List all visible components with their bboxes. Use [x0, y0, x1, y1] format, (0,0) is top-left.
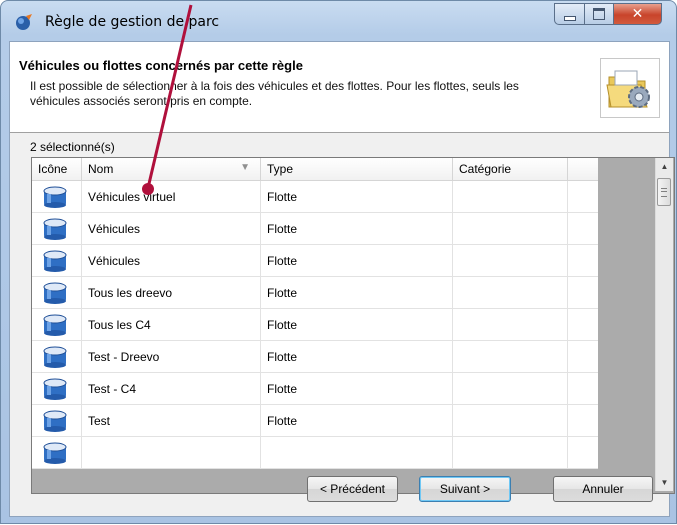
cell-nom [82, 437, 261, 468]
fleet-drum-icon [32, 213, 82, 244]
fleet-drum-icon [32, 309, 82, 340]
cell-type: Flotte [261, 373, 453, 404]
table-row[interactable]: Test - Dreevo Flotte [32, 341, 598, 373]
cell-spacer [568, 341, 598, 372]
scroll-thumb[interactable] [657, 178, 671, 206]
cell-type: Flotte [261, 277, 453, 308]
folder-gear-icon [600, 58, 660, 118]
previous-button[interactable]: < Précédent [307, 476, 398, 502]
next-button[interactable]: Suivant > [419, 476, 511, 502]
vehicles-grid[interactable]: Icône Nom ▼ Type Catégorie Véhicules vir… [31, 157, 675, 494]
selection-count: 2 sélectionné(s) [30, 140, 115, 154]
cell-nom: Tous les C4 [82, 309, 261, 340]
table-row[interactable]: Véhicules virtuel Flotte [32, 181, 598, 213]
title-bar[interactable]: Règle de gestion de parc ✕ [1, 1, 676, 41]
table-row[interactable]: Test Flotte [32, 405, 598, 437]
cell-spacer [568, 277, 598, 308]
cell-categorie [453, 213, 568, 244]
window-title: Règle de gestion de parc [45, 14, 220, 30]
cell-nom: Véhicules virtuel [82, 181, 261, 212]
sort-down-icon: ▼ [240, 162, 250, 173]
scroll-up-icon[interactable]: ▲ [656, 158, 673, 175]
dialog-body: Véhicules ou flottes concernés par cette… [9, 41, 675, 517]
table-row[interactable]: Test - C4 Flotte [32, 373, 598, 405]
maximize-button[interactable] [584, 3, 613, 25]
fleet-drum-icon [32, 181, 82, 212]
column-header-spacer [568, 158, 598, 180]
cell-spacer [568, 213, 598, 244]
table-row[interactable] [32, 437, 598, 469]
cell-type: Flotte [261, 181, 453, 212]
grid-rows: Véhicules virtuel Flotte Véhicules Flotte Vé… [32, 181, 598, 469]
column-header-categorie[interactable]: Catégorie [453, 158, 568, 180]
grip-icon [661, 187, 667, 197]
cell-nom: Véhicules [82, 213, 261, 244]
cell-spacer [568, 181, 598, 212]
table-row[interactable]: Véhicules Flotte [32, 245, 598, 277]
cell-nom: Test - C4 [82, 373, 261, 404]
minimize-button[interactable] [554, 3, 584, 25]
cell-categorie [453, 341, 568, 372]
table-row[interactable]: Tous les C4 Flotte [32, 309, 598, 341]
grid-header: Icône Nom ▼ Type Catégorie [32, 158, 598, 181]
cell-type: Flotte [261, 213, 453, 244]
fleet-drum-icon [32, 373, 82, 404]
minimize-icon [563, 15, 576, 21]
fleet-drum-icon [32, 341, 82, 372]
page-title: Véhicules ou flottes concernés par cette… [19, 58, 303, 73]
cell-categorie [453, 309, 568, 340]
cell-spacer [568, 245, 598, 276]
column-header-nom-label: Nom [88, 162, 114, 176]
cell-nom: Test [82, 405, 261, 436]
cell-type: Flotte [261, 341, 453, 372]
column-header-type[interactable]: Type [261, 158, 453, 180]
close-icon: ✕ [631, 6, 644, 22]
cell-spacer [568, 437, 598, 468]
dialog-window: Règle de gestion de parc ✕ Véhicules ou … [0, 0, 677, 524]
cell-nom: Test - Dreevo [82, 341, 261, 372]
cell-categorie [453, 405, 568, 436]
cancel-button[interactable]: Annuler [553, 476, 653, 502]
close-button[interactable]: ✕ [613, 3, 662, 25]
column-header-icone[interactable]: Icône [32, 158, 82, 180]
column-header-nom[interactable]: Nom ▼ [82, 158, 261, 180]
cell-categorie [453, 437, 568, 468]
fleet-drum-icon [32, 245, 82, 276]
table-row[interactable]: Tous les dreevo Flotte [32, 277, 598, 309]
cell-spacer [568, 373, 598, 404]
cell-type: Flotte [261, 405, 453, 436]
wizard-header: Véhicules ou flottes concernés par cette… [10, 42, 669, 133]
cell-type: Flotte [261, 245, 453, 276]
cell-categorie [453, 277, 568, 308]
cell-categorie [453, 181, 568, 212]
cell-categorie [453, 245, 568, 276]
page-description: Il est possible de sélectionner à la foi… [30, 79, 519, 108]
cell-type: Flotte [261, 309, 453, 340]
cell-categorie [453, 373, 568, 404]
maximize-icon [593, 8, 605, 20]
fleet-drum-icon [32, 405, 82, 436]
cell-nom: Véhicules [82, 245, 261, 276]
app-icon [16, 14, 32, 30]
cell-spacer [568, 309, 598, 340]
vertical-scrollbar[interactable]: ▲ ▼ [655, 158, 673, 491]
cell-nom: Tous les dreevo [82, 277, 261, 308]
fleet-drum-icon [32, 437, 82, 468]
cell-spacer [568, 405, 598, 436]
scroll-down-icon[interactable]: ▼ [656, 474, 673, 491]
fleet-drum-icon [32, 277, 82, 308]
cell-type [261, 437, 453, 468]
table-row[interactable]: Véhicules Flotte [32, 213, 598, 245]
